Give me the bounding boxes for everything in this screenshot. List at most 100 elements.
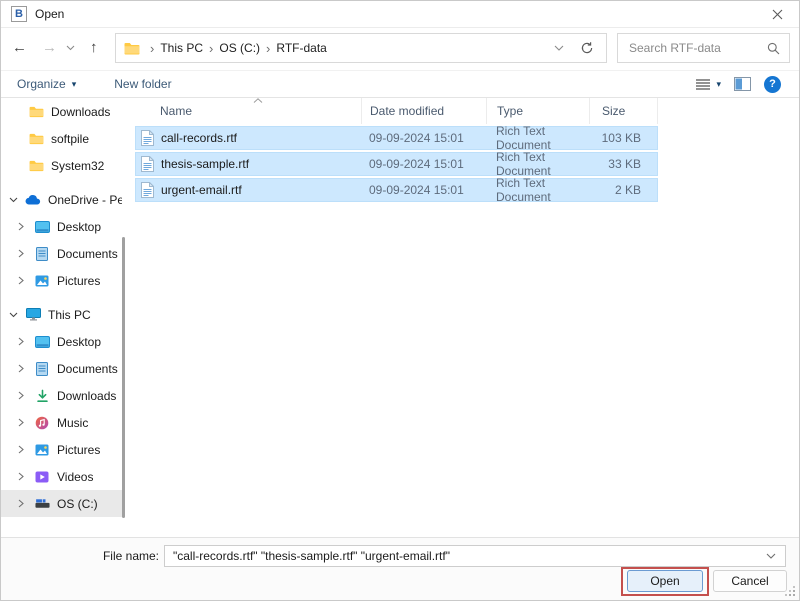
chevron-right-icon[interactable] (18, 249, 27, 258)
sidebar-item-softpile[interactable]: softpile (1, 125, 122, 152)
sidebar-label: Desktop (57, 220, 101, 234)
sidebar-item-documents[interactable]: Documents (1, 355, 122, 382)
list-view-icon (696, 79, 710, 90)
breadcrumb-item-rtf-data[interactable]: RTF-data (276, 41, 326, 55)
downloads-icon (34, 389, 50, 403)
chevron-down-icon[interactable] (9, 312, 18, 318)
sidebar-item-onedrive-desktop[interactable]: Desktop (1, 213, 122, 240)
help-button[interactable]: ? (764, 76, 781, 93)
back-icon[interactable]: ← (12, 40, 27, 55)
organize-label: Organize (17, 77, 66, 91)
forward-icon[interactable]: → (42, 40, 57, 55)
sidebar-item-downloads[interactable]: Downloads (1, 382, 122, 409)
sidebar-label: softpile (51, 132, 89, 146)
videos-icon (34, 471, 50, 483)
sidebar-item-system32[interactable]: System32 (1, 152, 122, 179)
file-name: urgent-email.rtf (161, 183, 242, 197)
view-options-button[interactable]: ▾ (696, 79, 721, 90)
sidebar-item-this-pc[interactable]: This PC (1, 301, 122, 328)
documents-icon (34, 362, 50, 376)
sidebar-label: OS (C:) (57, 497, 98, 511)
file-list: call-records.rtf 09-09-2024 15:01 Rich T… (135, 126, 658, 204)
file-name-input[interactable] (165, 549, 757, 563)
open-dialog: B Open ← → ↑ › This PC › OS (C:) › RTF-d… (0, 0, 800, 601)
sidebar-item-downloads-quick[interactable]: Downloads (1, 98, 122, 125)
chevron-down-icon[interactable] (9, 197, 18, 203)
column-header-name[interactable]: Name (135, 98, 362, 124)
sidebar-label: Documents (57, 362, 118, 376)
column-header-type[interactable]: Type (487, 98, 590, 124)
rtf-file-icon (141, 182, 154, 198)
organize-button[interactable]: Organize ▾ (17, 77, 76, 91)
sidebar-label: This PC (48, 308, 91, 322)
column-label: Type (497, 104, 523, 118)
chevron-right-icon[interactable] (18, 337, 27, 346)
cancel-button[interactable]: Cancel (713, 570, 787, 592)
close-button[interactable] (765, 3, 789, 25)
documents-icon (34, 247, 50, 261)
search-icon[interactable] (767, 42, 780, 55)
breadcrumb-item-this-pc[interactable]: This PC (160, 41, 203, 55)
file-date: 09-09-2024 15:01 (362, 183, 487, 197)
chevron-right-icon[interactable] (18, 472, 27, 481)
sidebar-label: OneDrive - Perso (48, 193, 122, 207)
breadcrumb-item-os-c[interactable]: OS (C:) (219, 41, 260, 55)
file-type: Rich Text Document (487, 176, 590, 204)
column-label: Size (602, 104, 625, 118)
window-title: Open (35, 7, 64, 21)
dialog-footer: File name: Open Cancel (1, 537, 799, 600)
close-icon (772, 9, 783, 20)
new-folder-button[interactable]: New folder (114, 77, 171, 91)
sidebar-scrollbar[interactable] (122, 237, 125, 518)
sidebar-item-pictures[interactable]: Pictures (1, 436, 122, 463)
file-row-thesis-sample[interactable]: thesis-sample.rtf 09-09-2024 15:01 Rich … (135, 152, 658, 176)
chevron-right-icon[interactable] (18, 499, 27, 508)
sidebar-item-onedrive-documents[interactable]: Documents (1, 240, 122, 267)
search-box (617, 33, 790, 63)
address-dropdown-icon[interactable] (554, 45, 564, 51)
folder-icon (28, 106, 44, 118)
sidebar-label: Desktop (57, 335, 101, 349)
chevron-right-icon[interactable] (18, 391, 27, 400)
chevron-right-icon[interactable] (18, 445, 27, 454)
rtf-file-icon (141, 130, 154, 146)
resize-grip[interactable] (785, 586, 795, 596)
breadcrumb-separator: › (260, 41, 276, 56)
chevron-right-icon[interactable] (18, 276, 27, 285)
sidebar-label: Pictures (57, 443, 100, 457)
refresh-icon[interactable] (580, 41, 594, 55)
preview-pane-button[interactable] (734, 77, 751, 91)
sidebar-item-onedrive[interactable]: OneDrive - Perso (1, 186, 122, 213)
chevron-down-icon: ▾ (716, 79, 721, 90)
recent-locations-icon[interactable] (66, 45, 75, 51)
file-size: 2 KB (590, 183, 655, 197)
sidebar-item-music[interactable]: Music (1, 409, 122, 436)
search-input[interactable] (627, 40, 767, 56)
folder-icon (28, 133, 44, 145)
column-header-size[interactable]: Size (590, 98, 658, 124)
up-icon[interactable]: ↑ (90, 40, 98, 55)
onedrive-cloud-icon (25, 195, 41, 205)
column-header-date-modified[interactable]: Date modified (362, 98, 487, 124)
file-name-label: File name: (87, 549, 159, 563)
open-button[interactable]: Open (627, 570, 703, 592)
folder-icon (124, 42, 140, 55)
sidebar-item-onedrive-pictures[interactable]: Pictures (1, 267, 122, 294)
file-date: 09-09-2024 15:01 (362, 157, 487, 171)
sidebar-label: Downloads (57, 389, 116, 403)
sidebar-label: Pictures (57, 274, 100, 288)
sidebar-item-videos[interactable]: Videos (1, 463, 122, 490)
chevron-right-icon[interactable] (18, 418, 27, 427)
file-size: 33 KB (590, 157, 655, 171)
file-name: call-records.rtf (161, 131, 237, 145)
sidebar-item-desktop[interactable]: Desktop (1, 328, 122, 355)
drive-icon (34, 498, 50, 509)
file-row-call-records[interactable]: call-records.rtf 09-09-2024 15:01 Rich T… (135, 126, 658, 150)
title-bar: B Open (1, 1, 799, 28)
file-row-urgent-email[interactable]: urgent-email.rtf 09-09-2024 15:01 Rich T… (135, 178, 658, 202)
breadcrumb: › This PC › OS (C:) › RTF-data (115, 33, 607, 63)
chevron-right-icon[interactable] (18, 222, 27, 231)
sidebar-item-os-c[interactable]: OS (C:) (1, 490, 122, 517)
chevron-right-icon[interactable] (18, 364, 27, 373)
file-name-dropdown-icon[interactable] (757, 553, 785, 559)
